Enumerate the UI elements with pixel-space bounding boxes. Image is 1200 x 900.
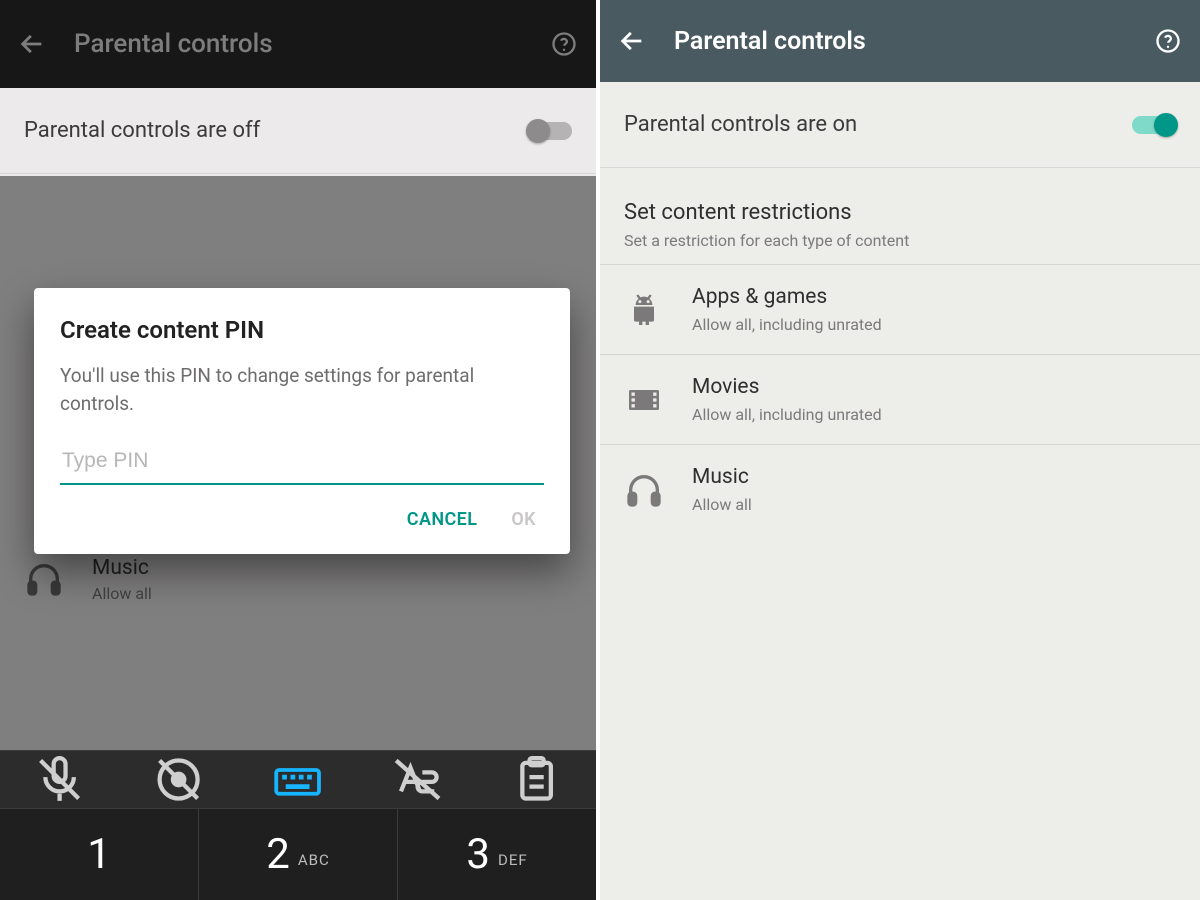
appbar-scrim [0, 0, 596, 88]
item-subtitle: Allow all, including unrated [692, 315, 882, 334]
restriction-movies[interactable]: Movies Allow all, including unrated [600, 354, 1200, 444]
section-subtitle: Set a restriction for each type of conte… [624, 231, 1176, 250]
appbar: Parental controls [600, 0, 1200, 82]
dialog-actions: CANCEL OK [60, 485, 544, 546]
back-icon[interactable] [618, 27, 646, 55]
clipboard-icon[interactable] [477, 751, 596, 808]
dialog-title: Create content PIN [60, 316, 544, 344]
item-subtitle: Allow all, including unrated [692, 405, 882, 424]
key-2[interactable]: 2 ABC [198, 809, 397, 900]
item-title: Apps & games [692, 285, 882, 309]
restriction-apps-games[interactable]: Apps & games Allow all, including unrate… [600, 264, 1200, 354]
ok-button[interactable]: OK [511, 509, 536, 530]
key-1[interactable]: 1 [0, 809, 198, 900]
keypad-row: 1 2 ABC 3 DEF [0, 808, 596, 900]
key-1-digit: 1 [87, 830, 111, 879]
right-body: Parental controls are on Set content res… [600, 82, 1200, 900]
parental-toggle-row[interactable]: Parental controls are off [0, 88, 596, 174]
key-3[interactable]: 3 DEF [397, 809, 596, 900]
section-title: Set content restrictions [624, 200, 1176, 225]
section-header: Set content restrictions Set a restricti… [600, 168, 1200, 264]
restrictions-list: Apps & games Allow all, including unrate… [600, 264, 1200, 534]
key-3-sub: DEF [498, 851, 528, 869]
headphones-icon [624, 470, 664, 510]
help-icon[interactable] [1154, 27, 1182, 55]
item-title: Music [692, 465, 752, 489]
keyboard-icon[interactable] [238, 751, 357, 808]
autocorrect-off-icon[interactable] [358, 751, 477, 808]
parental-toggle-switch[interactable] [1132, 116, 1176, 134]
parental-toggle-label: Parental controls are on [624, 112, 857, 137]
mic-off-icon[interactable] [0, 751, 119, 808]
parental-toggle-switch[interactable] [528, 122, 572, 140]
restriction-music[interactable]: Music Allow all [600, 444, 1200, 534]
parental-toggle-row[interactable]: Parental controls are on [600, 82, 1200, 168]
key-2-sub: ABC [298, 851, 330, 869]
cancel-button[interactable]: CANCEL [407, 509, 478, 530]
soft-keyboard: 1 2 ABC 3 DEF [0, 750, 596, 900]
android-icon [624, 290, 664, 330]
screenshot-left: Parental controls Parental controls are … [0, 0, 600, 900]
create-pin-dialog: Create content PIN You'll use this PIN t… [34, 288, 570, 554]
item-subtitle: Allow all [692, 495, 752, 514]
keyboard-toolbar [0, 750, 596, 808]
key-2-digit: 2 [266, 830, 290, 879]
dialog-body: You'll use this PIN to change settings f… [60, 362, 544, 417]
eye-off-icon[interactable] [119, 751, 238, 808]
item-title: Movies [692, 375, 882, 399]
screenshot-right: Parental controls Parental controls are … [600, 0, 1200, 900]
parental-toggle-label: Parental controls are off [24, 118, 260, 143]
key-3-digit: 3 [466, 830, 490, 879]
movie-icon [624, 380, 664, 420]
pin-input[interactable] [60, 443, 544, 485]
page-title: Parental controls [674, 27, 1154, 56]
